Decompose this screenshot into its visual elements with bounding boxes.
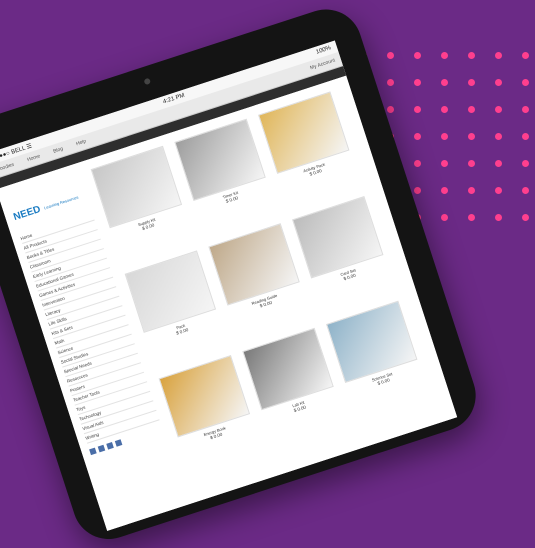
decorative-dot bbox=[495, 52, 502, 59]
decorative-dot bbox=[414, 160, 421, 167]
decorative-dot bbox=[441, 106, 448, 113]
category-list: Home All Products Books & Titles Classroom E… bbox=[19, 210, 160, 444]
decorative-dot bbox=[441, 187, 448, 194]
decorative-dot bbox=[468, 133, 475, 140]
decorative-dot bbox=[414, 187, 421, 194]
decorative-dot bbox=[468, 52, 475, 59]
product-card[interactable]: Pack $ 0.00 bbox=[124, 250, 219, 345]
logo-text: Learning Resources bbox=[43, 194, 79, 210]
product-card[interactable]: Timer Kit $ 0.00 bbox=[174, 118, 268, 213]
product-card[interactable]: Energy Book $ 0.00 bbox=[158, 354, 253, 450]
decorative-dot bbox=[414, 133, 421, 140]
product-card[interactable]: Lab Kit $ 0.00 bbox=[242, 327, 336, 422]
decorative-dot bbox=[495, 187, 502, 194]
decorative-dot bbox=[414, 79, 421, 86]
decorative-dot bbox=[495, 79, 502, 86]
decorative-dot bbox=[387, 79, 394, 86]
decorative-dot bbox=[522, 214, 529, 221]
decorative-dot bbox=[441, 79, 448, 86]
product-card[interactable]: Reading Guide $ 0.00 bbox=[208, 223, 302, 318]
decorative-dot bbox=[495, 106, 502, 113]
browser-tab[interactable]: Help bbox=[75, 138, 87, 147]
decorative-dot bbox=[495, 133, 502, 140]
decorative-dot bbox=[522, 106, 529, 113]
product-card[interactable]: Supply Kit $ 0.00 bbox=[90, 145, 185, 240]
decorative-dot bbox=[495, 160, 502, 167]
decorative-dot bbox=[522, 160, 529, 167]
browser-tab[interactable]: Goodies bbox=[0, 162, 15, 173]
decorative-dot bbox=[468, 214, 475, 221]
decorative-dot bbox=[414, 52, 421, 59]
decorative-dot bbox=[495, 214, 502, 221]
decorative-dot bbox=[522, 79, 529, 86]
decorative-dot bbox=[468, 106, 475, 113]
decorative-dot bbox=[441, 52, 448, 59]
decorative-dot bbox=[468, 160, 475, 167]
twitter-icon[interactable] bbox=[97, 444, 106, 453]
decorative-dot bbox=[468, 79, 475, 86]
facebook-icon[interactable] bbox=[89, 447, 97, 456]
decorative-dot bbox=[522, 52, 529, 59]
decorative-dot bbox=[522, 187, 529, 194]
browser-tab[interactable]: Home bbox=[26, 153, 41, 163]
decorative-dot bbox=[441, 160, 448, 167]
decorative-dot bbox=[387, 52, 394, 59]
browser-tab[interactable]: Blog bbox=[53, 146, 64, 155]
product-card[interactable]: Science Set $ 0.00 bbox=[326, 300, 420, 395]
logo-mark: NEED bbox=[12, 203, 42, 223]
decorative-dot bbox=[441, 133, 448, 140]
product-card[interactable]: Card Set $ 0.00 bbox=[292, 195, 386, 291]
decorative-dot bbox=[387, 106, 394, 113]
pinterest-icon[interactable] bbox=[106, 442, 114, 450]
product-card[interactable]: Activity Pack $ 0.00 bbox=[258, 91, 352, 186]
decorative-dot bbox=[441, 214, 448, 221]
decorative-dot bbox=[414, 106, 421, 113]
decorative-dot bbox=[522, 133, 529, 140]
decorative-dot bbox=[468, 187, 475, 194]
camera-icon bbox=[143, 77, 152, 86]
email-icon[interactable] bbox=[114, 439, 123, 447]
